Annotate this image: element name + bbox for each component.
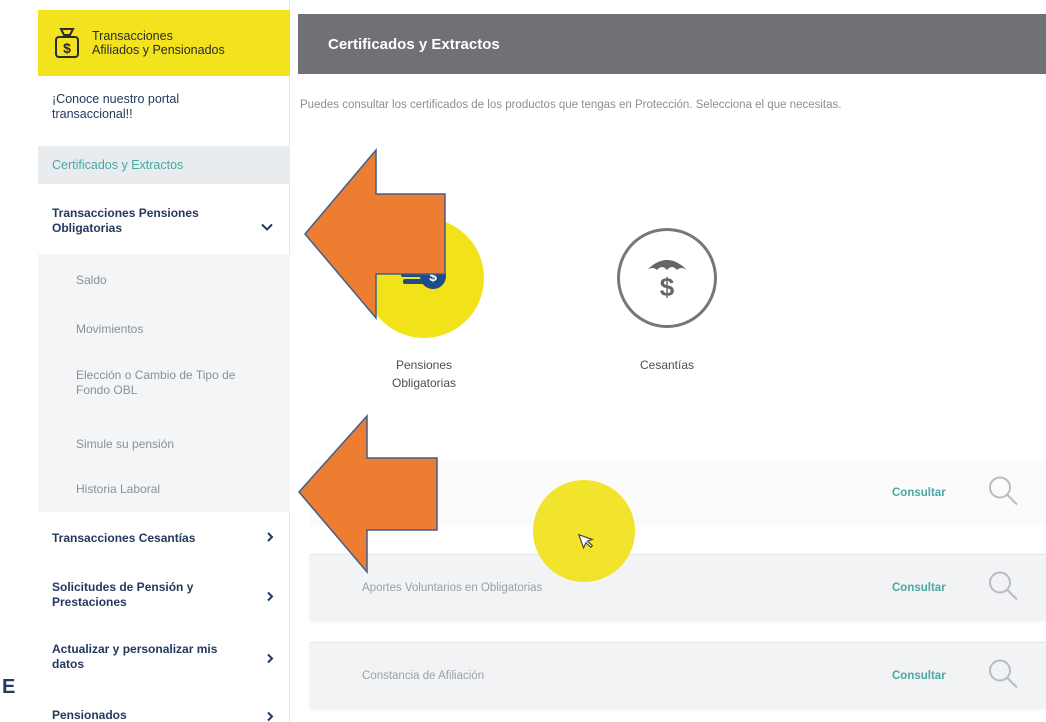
sidebar-item-historia[interactable]: Historia Laboral — [38, 466, 290, 512]
sidebar-header-line1: Transacciones — [92, 29, 173, 43]
sidebar-item-actualizar[interactable]: Actualizar y personalizar mis datos — [38, 642, 290, 678]
annotation-arrow-left-icon — [303, 147, 448, 325]
pensiones-label-line2: Obligatorias — [391, 376, 457, 390]
sidebar-item-portal[interactable]: ¡Conoce nuestro portal transaccional!! — [38, 92, 248, 122]
chevron-down-icon — [260, 221, 274, 236]
sidebar-item-actualizar-label: Actualizar y personalizar mis datos — [52, 642, 218, 671]
sidebar-item-eleccion[interactable]: Elección o Cambio de Tipo de Fondo OBL — [38, 352, 290, 422]
sidebar-item-pensionados[interactable]: Pensionados — [38, 708, 290, 722]
product-cesantias[interactable]: $ Cesantías — [607, 218, 727, 374]
annotation-arrow-left-icon — [297, 414, 442, 591]
sidebar-item-pensiones-label: Transacciones Pensiones Obligatorias — [52, 206, 199, 235]
umbrella-dollar-icon: $ — [639, 248, 695, 309]
consultar-link[interactable]: Consultar — [892, 487, 946, 499]
chevron-right-icon — [266, 711, 274, 722]
consultar-link[interactable]: Consultar — [892, 582, 946, 594]
page-title-bar: Certificados y Extractos — [298, 14, 1046, 74]
chevron-right-icon — [266, 520, 274, 556]
page-title: Certificados y Extractos — [328, 35, 500, 53]
sidebar-item-pensiones[interactable]: Transacciones Pensiones Obligatorias — [38, 206, 290, 250]
sidebar-item-certificados[interactable]: Certificados y Extractos — [38, 146, 290, 184]
sidebar-item-cesantias-label: Transacciones Cesantías — [52, 531, 196, 545]
sidebar-header[interactable]: $ Transacciones Afiliados y Pensionados — [38, 10, 290, 76]
search-icon[interactable] — [986, 474, 1020, 513]
chevron-right-icon — [266, 653, 274, 668]
chevron-right-icon — [266, 591, 274, 606]
pensiones-label-line1: Pensiones — [395, 358, 453, 372]
sidebar-header-line2: Afiliados y Pensionados — [92, 43, 225, 57]
svg-text:$: $ — [63, 40, 71, 56]
list-item[interactable]: Constancia de Afiliación Consultar — [310, 642, 1046, 708]
sidebar-item-pensionados-label: Pensionados — [52, 708, 127, 722]
sidebar-header-title: Transacciones Afiliados y Pensionados — [92, 29, 225, 57]
sidebar-item-solicitudes-label: Solicitudes de Pensión y Prestaciones — [52, 580, 194, 609]
sidebar-item-simule[interactable]: Simule su pensión — [38, 422, 290, 466]
consultar-link[interactable]: Consultar — [892, 670, 946, 682]
money-bag-icon: $ — [52, 26, 82, 60]
sidebar-item-cesantias[interactable]: Transacciones Cesantías — [38, 520, 290, 556]
sidebar-item-movimientos[interactable]: Movimientos — [38, 306, 290, 352]
screen: $ Transacciones Afiliados y Pensionados … — [0, 0, 1046, 722]
sidebar-item-solicitudes[interactable]: Solicitudes de Pensión y Prestaciones — [38, 580, 290, 616]
sidebar: $ Transacciones Afiliados y Pensionados … — [38, 0, 290, 722]
edge-letter: E — [2, 676, 16, 698]
search-icon[interactable] — [986, 656, 1020, 695]
row-label: Constancia de Afiliación — [362, 669, 485, 682]
cesantias-circle: $ — [617, 228, 717, 328]
sidebar-item-saldo[interactable]: Saldo — [38, 254, 290, 306]
search-icon[interactable] — [986, 568, 1020, 607]
pensiones-label: Pensiones Obligatorias — [364, 356, 484, 392]
cesantias-label: Cesantías — [639, 358, 695, 372]
intro-text: Puedes consultar los certificados de los… — [300, 99, 842, 111]
svg-text:$: $ — [660, 272, 675, 302]
